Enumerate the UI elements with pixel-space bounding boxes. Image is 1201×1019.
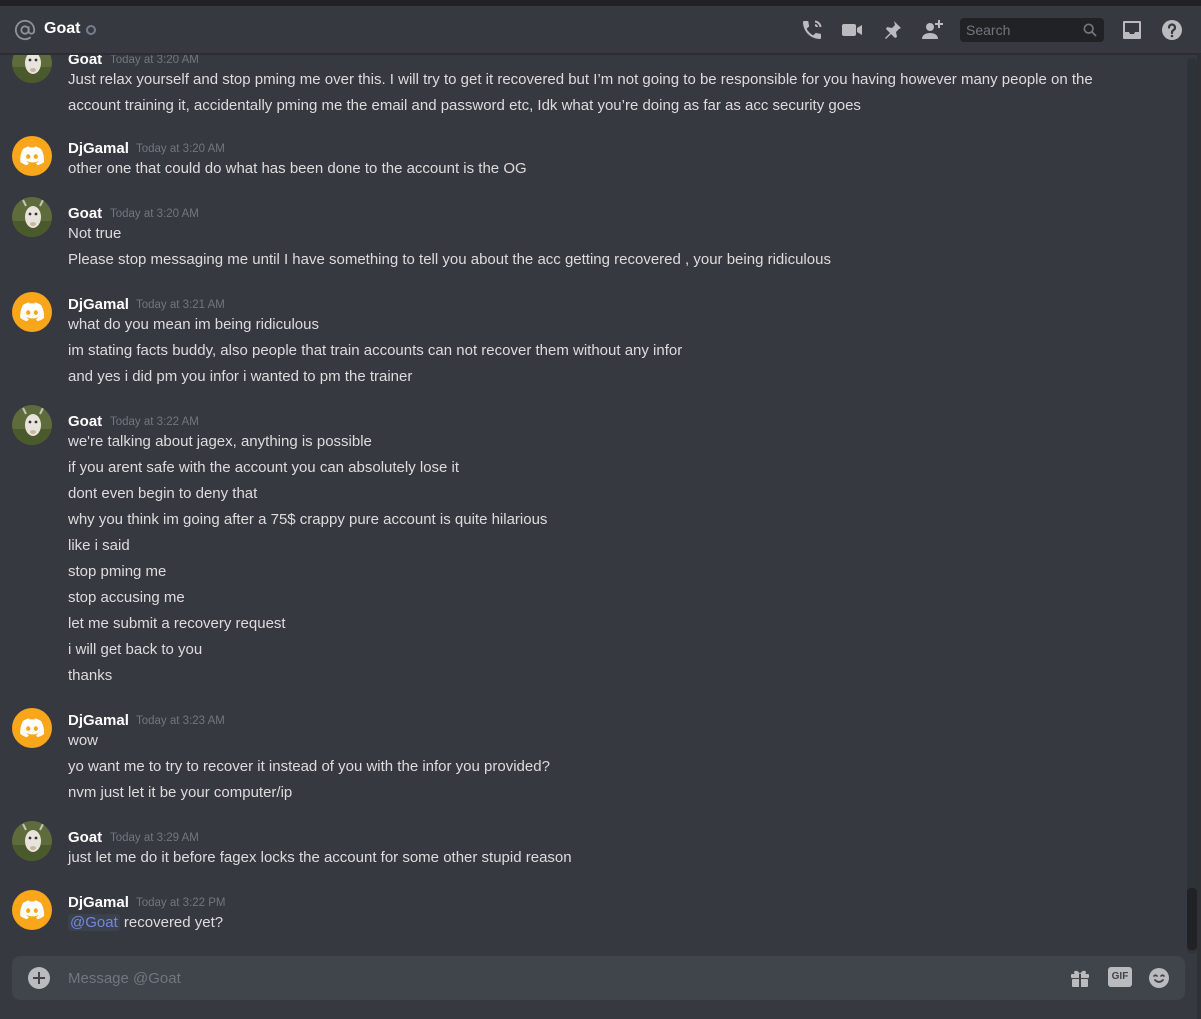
message-list[interactable]: Goat Today at 3:20 AM Just relax yourself … bbox=[0, 55, 1188, 955]
start-video-call-icon[interactable] bbox=[840, 18, 864, 42]
message-timestamp: Today at 3:29 AM bbox=[110, 832, 199, 844]
goat-avatar[interactable] bbox=[12, 55, 52, 83]
emoji-icon[interactable] bbox=[1147, 966, 1171, 990]
message-timestamp: Today at 3:21 AM bbox=[136, 299, 225, 311]
message-timestamp: Today at 3:22 AM bbox=[110, 416, 199, 428]
discord-default-avatar[interactable] bbox=[12, 292, 52, 332]
message-timestamp: Today at 3:20 AM bbox=[136, 143, 225, 155]
message-line: stop accusing me bbox=[68, 589, 185, 606]
message-line: Please stop messaging me until I have so… bbox=[68, 251, 831, 268]
message-line: nvm just let it be your computer/ip bbox=[68, 784, 293, 801]
help-icon[interactable] bbox=[1160, 18, 1184, 42]
message-line: i will get back to you bbox=[68, 641, 203, 658]
user-mention[interactable]: @Goat bbox=[68, 914, 120, 931]
message-line: let me submit a recovery request bbox=[68, 615, 286, 632]
message-composer: GIF bbox=[12, 956, 1185, 1000]
message-line: if you arent safe with the account you c… bbox=[68, 459, 460, 476]
goat-avatar[interactable] bbox=[12, 821, 52, 861]
message-line: @Goat recovered yet? bbox=[68, 912, 223, 934]
message-author[interactable]: Goat bbox=[68, 205, 102, 222]
scrollbar-track[interactable] bbox=[1187, 58, 1197, 953]
dm-title: Goat bbox=[44, 20, 81, 37]
pinned-messages-icon[interactable] bbox=[880, 18, 904, 42]
message-line: other one that could do what has been do… bbox=[68, 160, 527, 177]
message-author[interactable]: DjGamal bbox=[68, 140, 129, 157]
search-input[interactable] bbox=[960, 18, 1080, 42]
message-group[interactable]: Goat Today at 3:29 AM just let me do it be… bbox=[0, 821, 1188, 873]
message-author[interactable]: DjGamal bbox=[68, 712, 129, 729]
message-line: Not true bbox=[68, 225, 122, 242]
inbox-icon[interactable] bbox=[1120, 18, 1144, 42]
message-timestamp: Today at 3:23 AM bbox=[136, 715, 225, 727]
gif-icon[interactable]: GIF bbox=[1108, 967, 1132, 987]
message-group[interactable]: DjGamal Today at 3:21 AM what do you mean … bbox=[0, 288, 1188, 392]
discord-default-avatar[interactable] bbox=[12, 136, 52, 176]
window-right-edge bbox=[1197, 54, 1201, 1019]
message-line: what do you mean im being ridiculous bbox=[68, 316, 319, 333]
message-author[interactable]: Goat bbox=[68, 413, 102, 430]
message-line: why you think im going after a 75$ crapp… bbox=[68, 511, 548, 528]
message-group[interactable]: DjGamal Today at 3:23 AM wow yo want me to … bbox=[0, 704, 1188, 808]
message-timestamp: Today at 3:22 PM bbox=[136, 897, 226, 909]
discord-default-avatar[interactable] bbox=[12, 708, 52, 748]
message-line: im stating facts buddy, also people that… bbox=[68, 342, 683, 359]
message-timestamp: Today at 3:20 AM bbox=[110, 55, 199, 66]
search-icon bbox=[1083, 23, 1097, 37]
message-author[interactable]: DjGamal bbox=[68, 296, 129, 313]
start-voice-call-icon[interactable] bbox=[800, 18, 824, 42]
message-line: and yes i did pm you infor i wanted to p… bbox=[68, 368, 413, 385]
message-line: stop pming me bbox=[68, 563, 167, 580]
discord-default-avatar[interactable] bbox=[12, 890, 52, 930]
message-group[interactable]: Goat Today at 3:20 AM Just relax yourself … bbox=[0, 55, 1188, 121]
message-author[interactable]: Goat bbox=[68, 55, 102, 68]
add-attachment-icon[interactable] bbox=[28, 967, 50, 989]
message-line: we're talking about jagex, anything is p… bbox=[68, 433, 372, 450]
scrollbar-thumb[interactable] bbox=[1187, 888, 1197, 950]
message-group[interactable]: Goat Today at 3:20 AM Not true Please stop … bbox=[0, 197, 1188, 275]
message-group[interactable]: Goat Today at 3:22 AM we're talking about … bbox=[0, 405, 1188, 691]
message-line: wow bbox=[68, 732, 99, 749]
offline-status-indicator bbox=[86, 25, 96, 35]
goat-avatar[interactable] bbox=[12, 197, 52, 237]
message-line: account training it, accidentally pming … bbox=[68, 97, 861, 114]
message-group[interactable]: DjGamal Today at 3:20 AM other one that co… bbox=[0, 132, 1188, 184]
message-input[interactable] bbox=[68, 956, 1048, 1000]
add-friends-to-dm-icon[interactable] bbox=[920, 18, 944, 42]
goat-avatar[interactable] bbox=[12, 405, 52, 445]
message-line: like i said bbox=[68, 537, 130, 554]
message-text: recovered yet? bbox=[119, 914, 224, 931]
message-group[interactable]: DjGamal Today at 3:22 PM @Goat recovered y… bbox=[0, 886, 1188, 938]
message-line: thanks bbox=[68, 667, 113, 684]
message-timestamp: Today at 3:20 AM bbox=[110, 208, 199, 220]
message-line: dont even begin to deny that bbox=[68, 485, 258, 502]
search-box[interactable] bbox=[960, 18, 1104, 42]
message-author[interactable]: DjGamal bbox=[68, 894, 129, 911]
at-icon bbox=[14, 19, 36, 40]
channel-header: Goat bbox=[0, 6, 1201, 54]
message-line: just let me do it before fagex locks the… bbox=[68, 849, 572, 866]
message-line: Just relax yourself and stop pming me ov… bbox=[68, 71, 1093, 88]
message-line: yo want me to try to recover it instead … bbox=[68, 758, 550, 775]
gift-icon[interactable] bbox=[1068, 966, 1092, 990]
message-author[interactable]: Goat bbox=[68, 829, 102, 846]
